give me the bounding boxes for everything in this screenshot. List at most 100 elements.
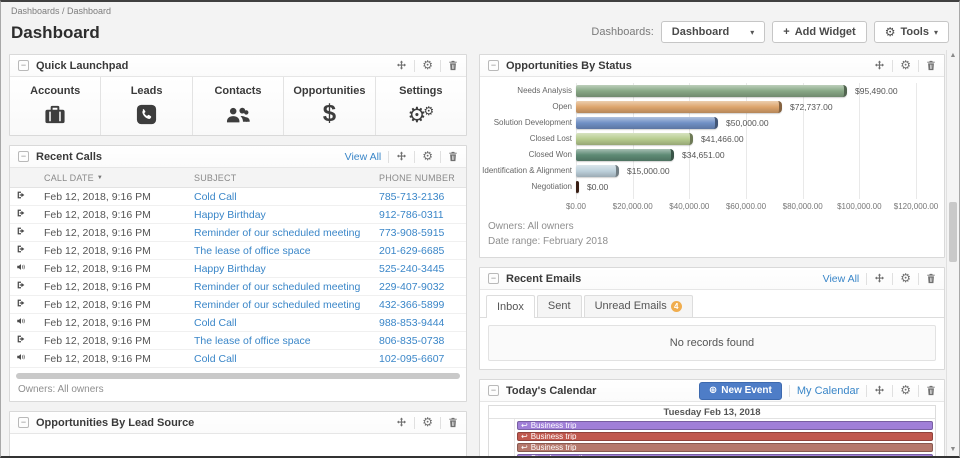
move-icon[interactable] — [396, 151, 407, 162]
gear-icon[interactable]: ⚙ — [900, 60, 911, 71]
subject-link[interactable]: Happy Birthday — [194, 263, 266, 275]
delete-icon[interactable] — [448, 60, 458, 71]
subject-link[interactable]: Cold Call — [194, 353, 237, 365]
new-event-button[interactable]: ⊕ New Event — [699, 382, 782, 400]
subject-cell: Cold Call — [188, 314, 373, 332]
table-row: Feb 12, 2018, 9:16 PM The lease of office… — [10, 332, 466, 350]
subject-link[interactable]: Cold Call — [194, 191, 237, 203]
phone-link[interactable]: 432-366-5899 — [379, 299, 444, 311]
subject-link[interactable]: Reminder of our scheduled meeting — [194, 227, 360, 239]
tab-sent[interactable]: Sent — [537, 295, 582, 317]
event-label: Business trip — [531, 421, 577, 430]
widget-todays-calendar: − Today's Calendar ⊕ New Event My Calend… — [479, 379, 945, 458]
add-widget-button[interactable]: + Add Widget — [772, 21, 866, 43]
phone-link[interactable]: 102-095-6607 — [379, 353, 444, 365]
subject-link[interactable]: The lease of office space — [194, 245, 311, 257]
collapse-icon[interactable]: − — [488, 273, 499, 284]
gear-icon[interactable]: ⚙ — [422, 60, 433, 71]
subject-column-header[interactable]: SUBJECT — [188, 168, 373, 188]
gear-icon[interactable]: ⚙ — [900, 273, 911, 284]
unread-count-badge: 4 — [671, 301, 682, 312]
widget-header: − Opportunities By Status ⚙ — [480, 55, 944, 77]
launchpad-item-accounts[interactable]: Accounts — [10, 77, 101, 135]
calendar-grid: ↩Business trip ↩Business trip ↩Business tr… — [489, 419, 935, 458]
category-label: Needs Analysis — [517, 85, 572, 97]
tab-unread-emails[interactable]: Unread Emails4 — [584, 295, 693, 317]
tools-label: Tools — [900, 26, 929, 38]
gear-icon: ⚙ — [885, 27, 896, 38]
calendar-event[interactable]: ↩Business trip — [517, 443, 933, 452]
calendar-events: ↩Business trip ↩Business trip ↩Business tr… — [515, 419, 935, 458]
scroll-down-icon[interactable]: ▼ — [947, 444, 959, 456]
delete-icon[interactable] — [448, 151, 458, 162]
delete-icon[interactable] — [448, 417, 458, 428]
gridline — [916, 83, 917, 199]
tab-label: Inbox — [497, 301, 524, 313]
subject-cell: Reminder of our scheduled meeting — [188, 278, 373, 296]
collapse-icon[interactable]: − — [18, 417, 29, 428]
phone-link[interactable]: 201-629-6685 — [379, 245, 444, 257]
gear-icon[interactable]: ⚙ — [900, 385, 911, 396]
widget-recent-calls: − Recent Calls View All ⚙ CALL DATE▼ — [9, 145, 467, 402]
subject-link[interactable]: Happy Birthday — [194, 209, 266, 221]
phone-link[interactable]: 773-908-5915 — [379, 227, 444, 239]
tab-inbox[interactable]: Inbox — [486, 295, 535, 318]
launchpad-item-label: Leads — [101, 85, 191, 97]
launchpad-item-opportunities[interactable]: Opportunities$ — [284, 77, 375, 135]
move-icon[interactable] — [874, 60, 885, 71]
collapse-icon[interactable]: − — [18, 60, 29, 71]
launchpad-item-settings[interactable]: Settings⚙⚙ — [376, 77, 466, 135]
move-icon[interactable] — [396, 417, 407, 428]
calendar-event[interactable]: ↩Business trip — [517, 432, 933, 441]
calendar-day-header: Tuesday Feb 13, 2018 — [489, 406, 935, 419]
view-all-link[interactable]: View All — [345, 151, 382, 163]
tab-label: Sent — [548, 300, 571, 312]
move-icon[interactable] — [396, 60, 407, 71]
scrollbar-thumb[interactable] — [949, 202, 957, 262]
widget-header: − Quick Launchpad ⚙ — [10, 55, 466, 77]
delete-icon[interactable] — [926, 385, 936, 396]
launchpad-item-contacts[interactable]: Contacts — [193, 77, 284, 135]
delete-icon[interactable] — [926, 273, 936, 284]
scroll-up-icon[interactable]: ▲ — [947, 50, 959, 62]
my-calendar-link[interactable]: My Calendar — [797, 385, 859, 397]
subject-link[interactable]: The lease of office space — [194, 335, 311, 347]
phone-link[interactable]: 785-713-2136 — [379, 191, 444, 203]
view-all-link[interactable]: View All — [823, 273, 860, 285]
tools-button[interactable]: ⚙ Tools ▾ — [874, 21, 949, 43]
subject-cell: Reminder of our scheduled meeting — [188, 224, 373, 242]
collapse-icon[interactable]: − — [488, 60, 499, 71]
subject-link[interactable]: Reminder of our scheduled meeting — [194, 299, 360, 311]
call-date-cell: Feb 12, 2018, 9:16 PM — [38, 332, 188, 350]
collapse-icon[interactable]: − — [488, 385, 499, 396]
phone-link[interactable]: 806-835-0738 — [379, 335, 444, 347]
launchpad-item-leads[interactable]: Leads — [101, 77, 192, 135]
recent-calls-table: CALL DATE▼ SUBJECT PHONE NUMBER Feb 12, … — [10, 168, 466, 368]
phone-link[interactable]: 912-786-0311 — [379, 209, 444, 221]
collapse-icon[interactable]: − — [18, 151, 29, 162]
date-range-footer: Date range: February 2018 — [488, 234, 936, 249]
delete-icon[interactable] — [926, 60, 936, 71]
dashboard-select[interactable]: Dashboard ▾ — [661, 21, 765, 43]
gear-icon[interactable]: ⚙ — [422, 151, 433, 162]
subject-link[interactable]: Cold Call — [194, 317, 237, 329]
phone-cell: 785-713-2136 — [373, 188, 466, 206]
subject-link[interactable]: Reminder of our scheduled meeting — [194, 281, 360, 293]
move-icon[interactable] — [874, 273, 885, 284]
breadcrumb[interactable]: Dashboards / Dashboard — [1, 2, 959, 20]
phone-link[interactable]: 988-853-9444 — [379, 317, 444, 329]
bar — [576, 149, 674, 161]
calendar-event[interactable]: ↩Business trip — [517, 421, 933, 430]
gear-icon[interactable]: ⚙ — [422, 417, 433, 428]
widget-title: Quick Launchpad — [36, 60, 128, 72]
calendar-event[interactable]: ↩Standup meeting — [517, 454, 933, 458]
phone-number-column-header[interactable]: PHONE NUMBER — [373, 168, 466, 188]
x-axis-tick-label: $80,000.00 — [783, 202, 823, 211]
phone-link[interactable]: 229-407-9032 — [379, 281, 444, 293]
add-widget-label: Add Widget — [795, 26, 856, 38]
call-date-column-header[interactable]: CALL DATE▼ — [38, 168, 188, 188]
phone-link[interactable]: 525-240-3445 — [379, 263, 444, 275]
vertical-scrollbar[interactable]: ▲ ▼ — [946, 50, 959, 456]
move-icon[interactable] — [874, 385, 885, 396]
bar — [576, 101, 782, 113]
